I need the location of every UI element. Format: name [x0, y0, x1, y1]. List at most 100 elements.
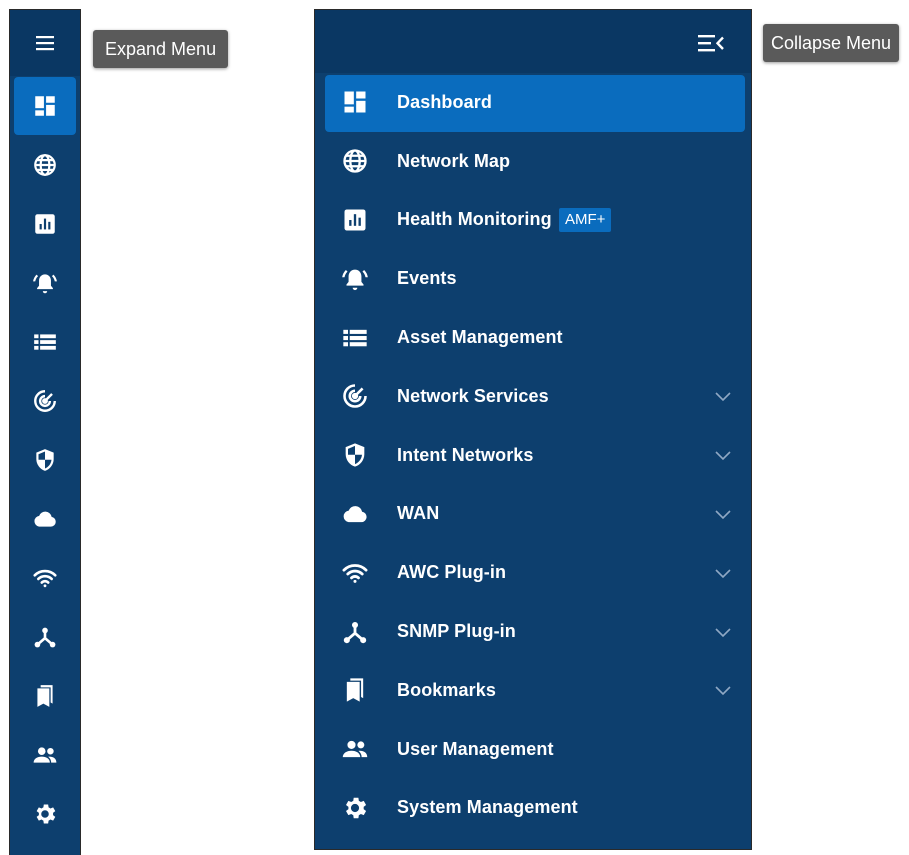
alarm-bell-icon [342, 269, 368, 290]
shield-icon [345, 443, 365, 467]
chevron-down-icon[interactable] [713, 391, 733, 403]
bar-chart-icon [344, 209, 366, 231]
radar-icon [343, 384, 367, 409]
menu-item-label: Health Monitoring [397, 209, 552, 230]
users-icon [33, 746, 57, 763]
hamburger-menu-icon[interactable] [31, 31, 59, 55]
rail-item-button[interactable] [14, 608, 76, 666]
menu-item-label: Events [397, 268, 457, 289]
menu-item-network-map[interactable]: Network Map [315, 132, 751, 191]
gear-icon [36, 803, 56, 824]
chevron-down-icon[interactable] [713, 627, 733, 639]
rail-item-button[interactable] [14, 136, 76, 194]
wifi-icon [342, 563, 368, 585]
menu-item-awc-plug-in[interactable]: AWC Plug-in [315, 543, 751, 602]
shield-icon [36, 448, 54, 471]
rail-menu [10, 76, 80, 843]
cloud-icon [343, 506, 367, 523]
rail-item-button[interactable] [14, 313, 76, 371]
rail-item-button[interactable] [14, 490, 76, 548]
menu-item-dashboard[interactable]: Dashboard [315, 73, 751, 132]
bookmarks-icon [37, 684, 53, 707]
menu-item-asset-management[interactable]: Asset Management [315, 308, 751, 367]
gear-icon [346, 797, 367, 819]
menu-item-label: User Management [397, 738, 554, 759]
menu-item-label: Network Services [397, 385, 549, 406]
menu-item-icon [341, 735, 369, 763]
rail-item-health-monitoring[interactable] [10, 194, 80, 253]
rail-item-button[interactable] [14, 372, 76, 430]
active-highlight [325, 75, 745, 132]
rail-item-button[interactable] [14, 195, 76, 253]
menu-item-system-management[interactable]: System Management [315, 779, 751, 838]
rail-item-wan[interactable] [10, 489, 80, 548]
rail-item-button[interactable] [14, 76, 76, 135]
wifi-icon [33, 569, 57, 589]
globe-icon [34, 153, 56, 176]
menu-item-events[interactable]: Events [315, 249, 751, 308]
menu-item-icon [341, 88, 369, 116]
menu-item-bookmarks[interactable]: Bookmarks [315, 661, 751, 720]
rail-item-asset-management[interactable] [10, 312, 80, 371]
rail-item-events[interactable] [10, 253, 80, 312]
radar-icon [34, 389, 56, 412]
menu-item-icon [341, 559, 369, 587]
list-icon [34, 333, 56, 350]
rail-item-system-management[interactable] [10, 784, 80, 843]
globe-icon [343, 149, 367, 173]
menu-item-icon [341, 265, 369, 293]
menu-item-icon [341, 206, 369, 234]
rail-item-button[interactable] [14, 431, 76, 489]
list-icon [343, 329, 367, 346]
menu-item-health-monitoring[interactable]: Health Monitoring AMF+ [315, 191, 751, 250]
rail-item-intent-networks[interactable] [10, 430, 80, 489]
menu-item-label: Bookmarks [397, 679, 496, 700]
bookmarks-icon [346, 678, 364, 703]
dashboard-icon [344, 91, 366, 113]
rail-item-button[interactable] [14, 726, 76, 784]
menu-item-icon [341, 676, 369, 704]
rail-item-button[interactable] [14, 254, 76, 312]
expanded-sidebar: Dashboard Network Map Health Monitoring AMF… [314, 9, 752, 850]
menu-item-icon [341, 382, 369, 410]
menu-item-intent-networks[interactable]: Intent Networks [315, 426, 751, 485]
menu-item-icon [341, 500, 369, 528]
menu-item-icon [341, 324, 369, 352]
rail-header [10, 10, 80, 76]
chevron-down-icon[interactable] [713, 685, 733, 697]
rail-item-button[interactable] [14, 549, 76, 607]
rail-item-network-services[interactable] [10, 371, 80, 430]
rail-item-button[interactable] [14, 667, 76, 725]
menu-item-label: Dashboard [397, 91, 492, 112]
rail-item-button[interactable] [14, 785, 76, 843]
menu-item-user-management[interactable]: User Management [315, 720, 751, 779]
menu-item-icon [341, 147, 369, 175]
chevron-down-icon[interactable] [713, 568, 733, 580]
rail-item-user-management[interactable] [10, 725, 80, 784]
collapse-menu-icon[interactable] [697, 32, 725, 54]
menu-item-snmp-plug-in[interactable]: SNMP Plug-in [315, 602, 751, 661]
rail-item-dashboard[interactable] [10, 76, 80, 135]
menu-item-label: System Management [397, 797, 578, 818]
rail-item-bookmarks[interactable] [10, 666, 80, 725]
chevron-down-icon[interactable] [713, 509, 733, 521]
menu-item-network-services[interactable]: Network Services [315, 367, 751, 426]
rail-item-awc-plug-in[interactable] [10, 548, 80, 607]
menu-item-label: SNMP Plug-in [397, 621, 516, 642]
alarm-bell-icon [33, 273, 57, 293]
dashboard-icon [35, 95, 55, 116]
menu-item-label: WAN [397, 503, 440, 524]
menu-item-icon [341, 618, 369, 646]
expand-menu-tooltip: Expand Menu [93, 30, 229, 68]
collapsed-sidebar [9, 9, 81, 855]
rail-item-snmp-plug-in[interactable] [10, 607, 80, 666]
chevron-down-icon[interactable] [713, 450, 733, 462]
network-node-icon [342, 620, 368, 645]
collapse-menu-tooltip: Collapse Menu [763, 24, 900, 62]
menu-item-wan[interactable]: WAN [315, 485, 751, 544]
panel-header [315, 10, 751, 73]
rail-item-network-map[interactable] [10, 135, 80, 194]
amf-plus-badge: AMF+ [559, 207, 612, 232]
network-node-icon [33, 625, 57, 649]
menu-item-icon [341, 441, 369, 469]
